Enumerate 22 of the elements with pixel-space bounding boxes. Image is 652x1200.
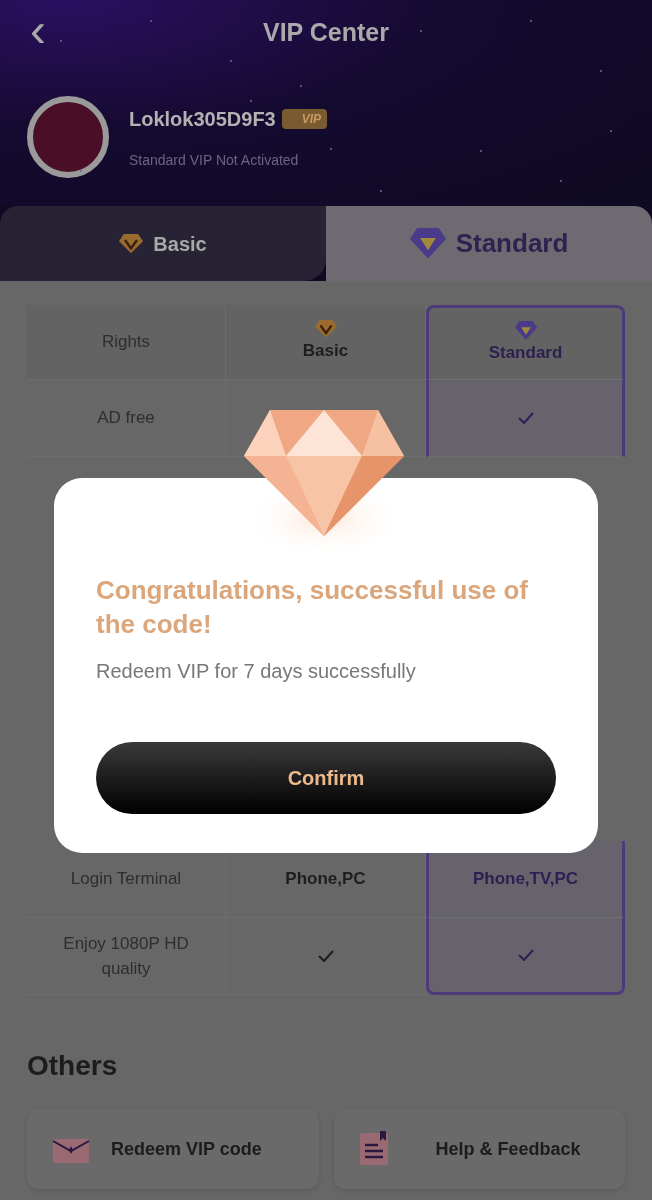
diamond-icon xyxy=(314,320,337,339)
page-title: VIP Center xyxy=(263,17,389,49)
diamond-icon xyxy=(514,321,537,341)
confirm-button[interactable]: Confirm xyxy=(96,741,556,814)
plan-tab[interactable]: Basic xyxy=(0,206,326,281)
username: Loklok305D9F3 xyxy=(129,107,276,132)
back-button[interactable]: ‹ xyxy=(22,10,54,50)
check-icon xyxy=(517,412,534,424)
dialog-title: Congratulations, successful use of the code! xyxy=(96,574,529,641)
column-label: Standard xyxy=(488,342,563,365)
table-cell: AD free xyxy=(27,380,226,457)
avatar-icon xyxy=(27,96,109,178)
column-label: Basic xyxy=(302,340,349,363)
check-icon xyxy=(517,949,534,961)
table-cell: Enjoy 1080P HD quality xyxy=(27,918,226,995)
diamond-icon xyxy=(119,233,144,254)
section-title: Others xyxy=(27,1049,119,1083)
diamond-icon xyxy=(409,228,446,259)
membership-status: Standard VIP Not Activated xyxy=(129,151,300,170)
dialog-message: Redeem VIP for 7 days successfully xyxy=(96,658,417,684)
vip-badge: VIP xyxy=(281,109,328,129)
check-icon xyxy=(317,950,334,962)
